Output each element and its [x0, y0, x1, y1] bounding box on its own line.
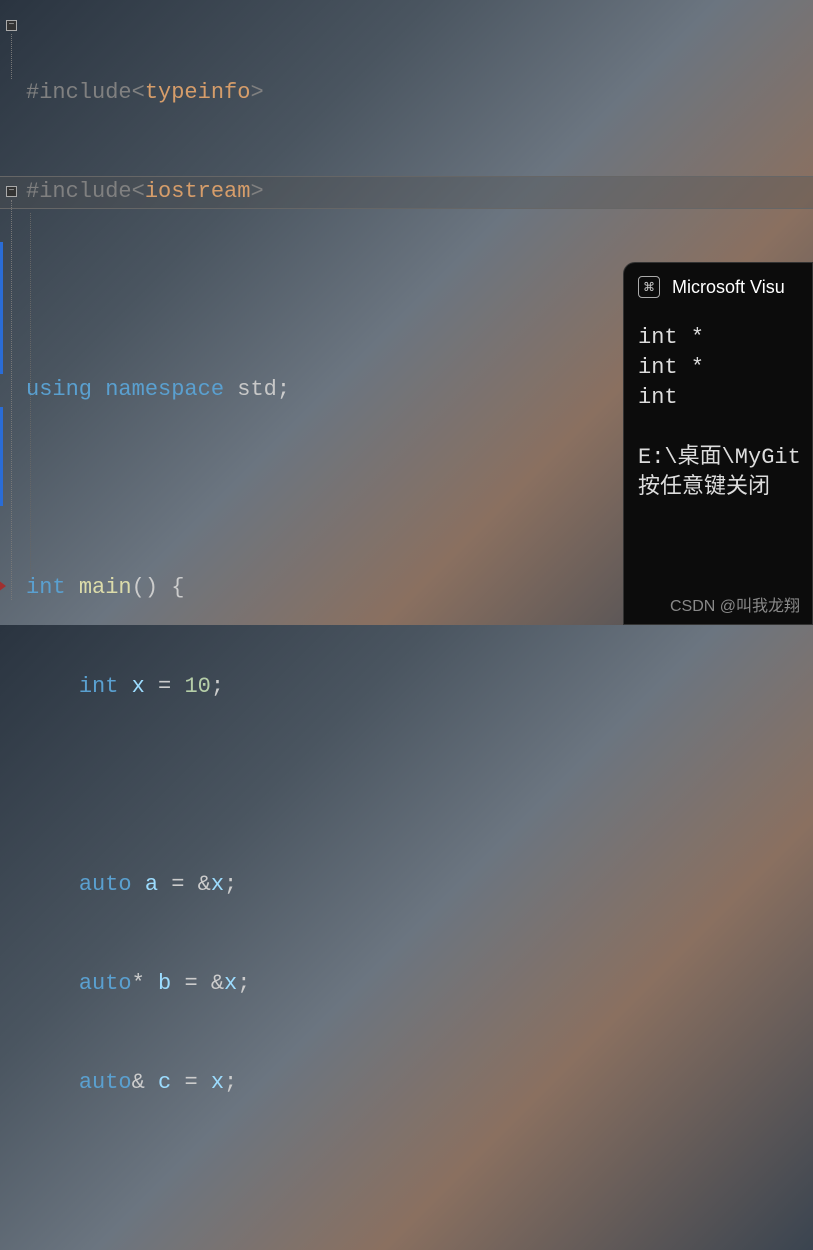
watermark-text: CSDN @叫我龙翔 — [670, 592, 800, 616]
fold-gutter[interactable]: − − — [0, 0, 22, 625]
output-line: int * — [638, 325, 704, 350]
keyword-auto: auto — [79, 971, 132, 996]
console-output[interactable]: int * int * int E:\桌面\MyGit 按任意键关闭 — [624, 311, 812, 503]
fold-toggle-icon[interactable]: − — [6, 20, 17, 31]
output-prompt: 按任意键关闭 — [638, 475, 770, 500]
output-path: E:\桌面\MyGit — [638, 445, 801, 470]
console-title-text: Microsoft Visu — [672, 277, 785, 298]
var-a: a — [145, 872, 158, 897]
fold-guide — [11, 34, 12, 79]
keyword-auto: auto — [79, 872, 132, 897]
keyword-namespace: namespace — [105, 377, 224, 402]
preprocessor: #include — [26, 179, 132, 204]
var-x: x — [132, 674, 145, 699]
func-main: main — [79, 575, 132, 600]
literal: 10 — [184, 674, 210, 699]
console-window[interactable]: ⌘ Microsoft Visu int * int * int E:\桌面\M… — [623, 262, 813, 625]
output-line: int * — [638, 355, 704, 380]
identifier-std: std — [237, 377, 277, 402]
keyword-int: int — [79, 674, 119, 699]
fold-guide — [11, 200, 12, 600]
terminal-icon: ⌘ — [638, 276, 660, 298]
keyword-int: int — [26, 575, 66, 600]
code-content[interactable]: #include<typeinfo> #include<iostream> us… — [26, 10, 515, 1250]
keyword-using: using — [26, 377, 92, 402]
var-c: c — [158, 1070, 171, 1095]
console-titlebar[interactable]: ⌘ Microsoft Visu — [624, 263, 812, 311]
fold-toggle-icon[interactable]: − — [6, 186, 17, 197]
keyword-auto: auto — [79, 1070, 132, 1095]
output-line: int — [638, 385, 678, 410]
header-name: iostream — [145, 179, 251, 204]
header-name: typeinfo — [145, 80, 251, 105]
var-b: b — [158, 971, 171, 996]
preprocessor: #include — [26, 80, 132, 105]
